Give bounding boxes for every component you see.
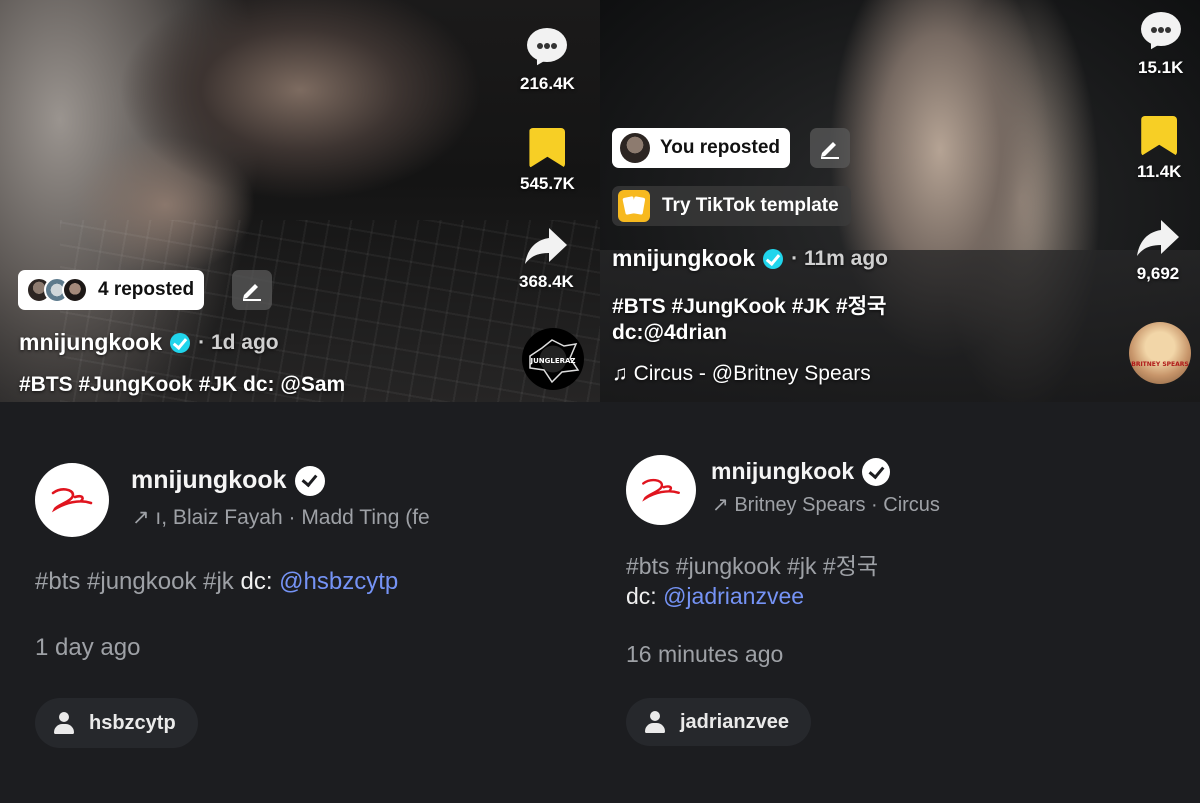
- time-ago: · 1d ago: [198, 330, 279, 354]
- credit-chip[interactable]: jadrianzvee: [626, 698, 811, 746]
- verified-icon: [763, 248, 784, 269]
- comment-action[interactable]: 15.1K: [1138, 12, 1183, 78]
- username[interactable]: mnijungkook: [131, 466, 287, 495]
- avatar: [62, 277, 88, 303]
- comment-icon: [525, 28, 569, 69]
- caption-user-row: mnijungkook · 11m ago: [612, 245, 888, 272]
- dc-label: dc:: [240, 568, 273, 595]
- disc-art: BRITNEY SPEARS: [1131, 361, 1188, 368]
- music-disc[interactable]: JUNGLERAZ: [522, 328, 584, 390]
- profile-name-row: mnijungkook: [131, 466, 323, 495]
- repost-avatars: [26, 277, 88, 303]
- username[interactable]: mnijungkook: [612, 245, 755, 272]
- edit-repost-button[interactable]: [232, 270, 272, 310]
- hashtags[interactable]: #bts #jungkook #jk #정국: [626, 553, 878, 579]
- hashtags[interactable]: #bts #jungkook #jk: [35, 568, 234, 595]
- caption-dc: dc: @jadrianzvee: [626, 583, 804, 610]
- sound-link[interactable]: ↗ Britney Spears · Circus: [712, 492, 940, 517]
- caption-tags: #bts #jungkook #jk #정국: [626, 547, 878, 581]
- pencil-icon: [243, 284, 261, 301]
- verified-icon: [864, 459, 889, 484]
- comment-icon: [1139, 12, 1183, 53]
- repost-label: 4 reposted: [98, 279, 195, 300]
- pencil-icon: [821, 142, 839, 159]
- save-count: 11.4K: [1137, 162, 1182, 181]
- time-ago: · 11m ago: [791, 246, 888, 270]
- share-count: 368.4K: [519, 272, 574, 291]
- comment-action[interactable]: 216.4K: [520, 28, 575, 94]
- dc-handle-link[interactable]: @hsbzcytp: [279, 568, 398, 595]
- share-icon: [523, 226, 569, 266]
- share-action[interactable]: 9,692: [1135, 218, 1181, 284]
- you-reposted-badge[interactable]: You reposted: [612, 128, 790, 168]
- caption-line-2: dc:@4drian: [612, 321, 727, 344]
- video-panel-left[interactable]: 216.4K 545.7K 368.4K JUNGLERAZ 4 reposte…: [0, 0, 600, 402]
- music-title[interactable]: ♫ Circus - @Britney Spears: [612, 362, 871, 386]
- profile-avatar[interactable]: [626, 455, 696, 525]
- edit-repost-button[interactable]: [810, 128, 850, 168]
- save-action[interactable]: 11.4K: [1137, 116, 1181, 182]
- comment-count: 216.4K: [520, 74, 575, 93]
- brand-logo-icon: [642, 478, 680, 502]
- save-count: 545.7K: [520, 174, 575, 193]
- share-icon: [1135, 218, 1181, 258]
- dc-label: dc:: [626, 583, 657, 609]
- bookmark-icon: [1141, 116, 1178, 156]
- caption-user-row: mnijungkook · 1d ago: [19, 329, 279, 356]
- credit-chip[interactable]: hsbzcytp: [35, 698, 198, 748]
- post-time: 1 day ago: [35, 634, 141, 661]
- repost-label: You reposted: [660, 137, 780, 158]
- brand-logo-icon: [51, 488, 93, 513]
- template-button[interactable]: Try TikTok template: [612, 186, 851, 226]
- save-action[interactable]: 545.7K: [520, 128, 575, 194]
- profile-name-row: mnijungkook: [711, 458, 889, 485]
- verified-icon: [296, 467, 323, 494]
- video-panel-right[interactable]: 15.1K 11.4K 9,692 BRITNEY SPEARS You rep…: [600, 0, 1200, 402]
- disc-art: JUNGLERAZ: [529, 339, 580, 384]
- credit-name: jadrianzvee: [680, 710, 789, 733]
- username[interactable]: mnijungkook: [711, 458, 854, 485]
- sound-text: ↗ Britney Spears · Circus: [712, 494, 940, 516]
- avatar: [620, 133, 650, 163]
- caption-tags: #bts #jungkook #jk dc: @hsbzcytp: [35, 568, 398, 596]
- username[interactable]: mnijungkook: [19, 329, 162, 356]
- comment-count: 15.1K: [1138, 58, 1184, 77]
- caption-line-1: #BTS #JungKook #JK #정국: [612, 295, 887, 318]
- template-label: Try TikTok template: [662, 195, 839, 216]
- template-icon: [618, 190, 650, 222]
- person-icon: [644, 711, 666, 733]
- verified-icon: [170, 332, 191, 353]
- profile-avatar[interactable]: [35, 463, 109, 537]
- person-icon: [53, 712, 75, 734]
- share-count: 9,692: [1136, 264, 1180, 283]
- sound-link[interactable]: ↗ ı, Blaiz Fayah · Madd Ting (fe: [132, 505, 482, 530]
- dc-handle-link[interactable]: @jadrianzvee: [663, 583, 804, 609]
- disc-label: JUNGLERAZ: [529, 357, 575, 365]
- share-action[interactable]: 368.4K: [519, 226, 574, 292]
- repost-badge[interactable]: 4 reposted: [18, 270, 205, 310]
- post-time: 16 minutes ago: [626, 641, 784, 667]
- bookmark-icon: [529, 128, 566, 168]
- sound-text: ↗ ı, Blaiz Fayah · Madd Ting (fe: [132, 506, 430, 529]
- caption-text: #BTS #JungKook #JK dc: @Sam: [19, 373, 346, 396]
- credit-name: hsbzcytp: [89, 711, 176, 734]
- music-disc[interactable]: BRITNEY SPEARS: [1129, 322, 1191, 384]
- disc-label: BRITNEY SPEARS: [1131, 361, 1188, 368]
